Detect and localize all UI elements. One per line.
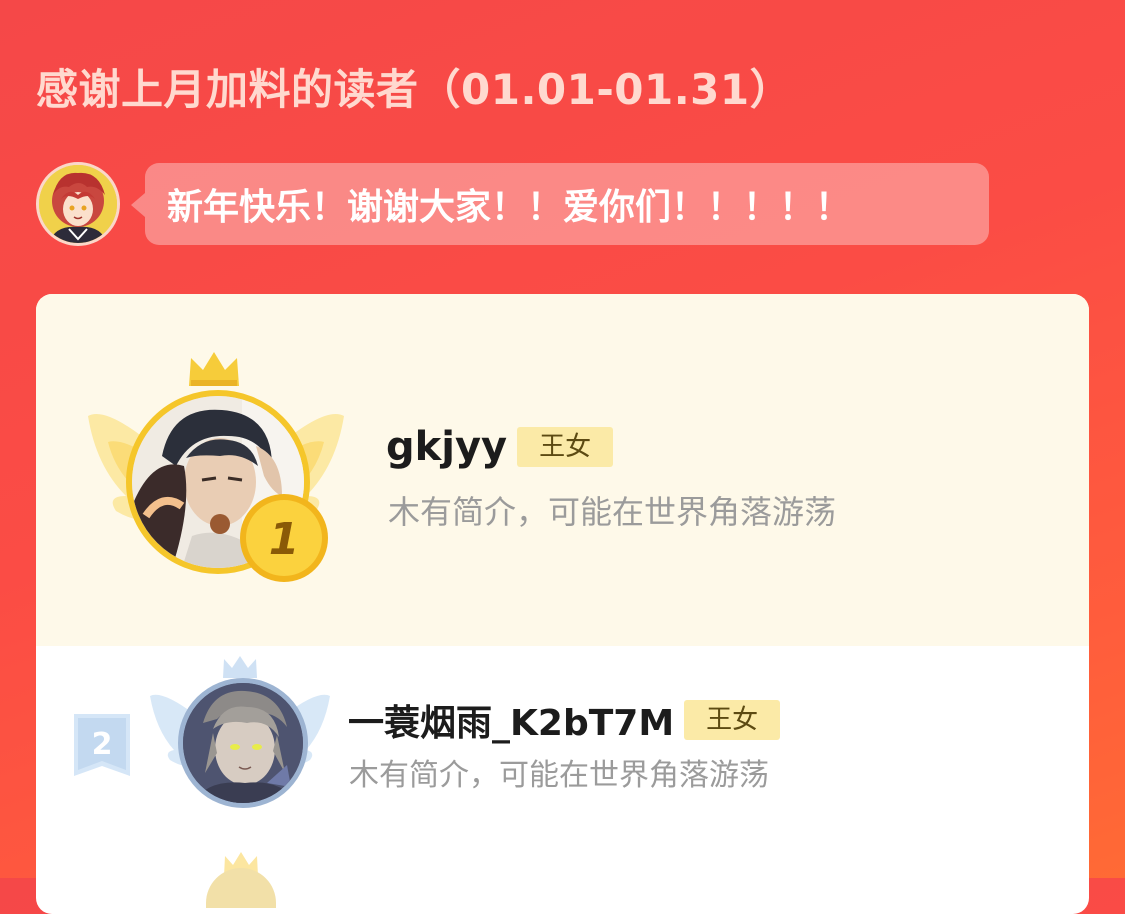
- rank-3-avatar[interactable]: [206, 868, 276, 908]
- crown-icon: [223, 656, 257, 678]
- rank-2-avatar[interactable]: [178, 678, 308, 808]
- rank-1-name[interactable]: gkjyy: [386, 424, 507, 470]
- author-message-bubble: 新年快乐！谢谢大家！！爱你们！！！！！: [131, 163, 989, 245]
- rank-1-badge: 王女: [517, 427, 614, 467]
- rank-2-avatar-group[interactable]: [150, 654, 330, 824]
- rank-2-name-row: 一蓑烟雨_K2bT7M 王女: [348, 694, 781, 746]
- rank-1-number: 1: [269, 514, 300, 565]
- rank-1-avatar-group[interactable]: 1: [86, 346, 346, 596]
- rank-2-bio: 木有简介，可能在世界角落游荡: [349, 758, 769, 793]
- ranking-card: 1 gkjyy 王女 木有简介，可能在世界角落游荡 2 一蓑烟雨_K2bT7M …: [36, 294, 1089, 914]
- page-title: 感谢上月加料的读者（01.01-01.31）: [36, 65, 793, 114]
- ranking-entry-2[interactable]: 2 一蓑烟雨_K2bT7M 王女 木有简介，可能在世界角落游荡: [36, 646, 1089, 846]
- rank-1-bio: 木有简介，可能在世界角落游荡: [388, 493, 837, 531]
- author-avatar[interactable]: [36, 162, 120, 246]
- crown-icon: [189, 352, 239, 386]
- rank-1-name-row: gkjyy 王女: [386, 424, 614, 470]
- rank-2-avatar-image: [183, 683, 303, 803]
- rank-ribbon-icon: 2: [74, 714, 130, 776]
- rank-2-name[interactable]: 一蓑烟雨_K2bT7M: [348, 694, 674, 746]
- ranking-entry-1[interactable]: 1 gkjyy 王女 木有简介，可能在世界角落游荡: [36, 294, 1089, 646]
- medal-icon: 1: [240, 494, 328, 582]
- ranking-entry-3[interactable]: [36, 846, 1089, 908]
- rank-2-number: 2: [92, 727, 113, 762]
- rank-2-badge: 王女: [684, 700, 781, 740]
- author-message-text: 新年快乐！谢谢大家！！爱你们！！！！！: [167, 187, 852, 228]
- author-avatar-image: [39, 165, 117, 243]
